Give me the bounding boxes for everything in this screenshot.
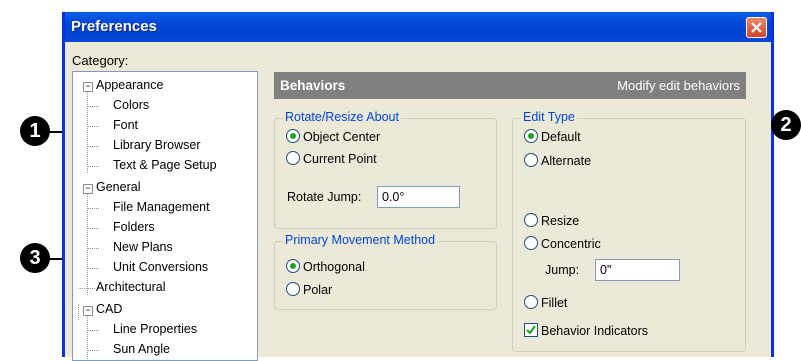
radio-button[interactable]	[524, 213, 538, 227]
callout-2: 2	[771, 110, 801, 140]
tree-connector	[78, 304, 79, 320]
radio-button[interactable]	[524, 295, 538, 309]
tree-connector	[87, 106, 99, 107]
radio-concentric[interactable]: Concentric	[524, 236, 601, 252]
checkmark-icon	[526, 325, 536, 335]
edit-type-legend: Edit Type	[521, 110, 577, 124]
panel-header: Behaviors Modify edit behaviors	[274, 72, 746, 99]
tree-node-colors[interactable]: Colors	[113, 98, 149, 112]
callout-1: 1	[20, 116, 50, 146]
tree-connector	[87, 166, 99, 167]
radio-button[interactable]	[524, 236, 538, 250]
tree-node-unit-conversions[interactable]: Unit Conversions	[113, 260, 208, 274]
tree-node-cad[interactable]: CAD	[96, 302, 122, 316]
panel-subtitle: Modify edit behaviors	[617, 78, 740, 93]
tree-connector	[87, 208, 99, 209]
panel-title: Behaviors	[280, 78, 346, 93]
tree-node-font[interactable]: Font	[113, 118, 138, 132]
tree-connector	[87, 268, 99, 269]
radio-button[interactable]	[286, 282, 300, 296]
tree-connector	[87, 248, 99, 249]
radio-default-label: Default	[541, 130, 581, 144]
radio-alternate[interactable]: Alternate	[524, 153, 591, 169]
radio-button[interactable]	[286, 151, 300, 165]
expander-general[interactable]: −	[83, 184, 93, 194]
radio-button-selected[interactable]	[286, 259, 300, 273]
rotate-resize-legend: Rotate/Resize About	[283, 110, 401, 124]
tree-node-text-page-setup[interactable]: Text & Page Setup	[113, 158, 217, 172]
tree-node-architectural[interactable]: Architectural	[96, 280, 165, 294]
radio-default[interactable]: Default	[524, 129, 581, 145]
category-label: Category:	[72, 53, 129, 68]
edit-type-group: Edit Type Default Alternate Resize Conce…	[512, 110, 746, 352]
radio-fillet[interactable]: Fillet	[524, 295, 567, 311]
tree-connector	[78, 288, 95, 289]
radio-current-point-label: Current Point	[303, 152, 377, 166]
radio-button[interactable]	[524, 153, 538, 167]
radio-orthogonal[interactable]: Orthogonal	[286, 259, 365, 275]
behavior-indicators-label: Behavior Indicators	[541, 324, 649, 338]
radio-fillet-label: Fillet	[541, 296, 568, 310]
title-bar[interactable]: Preferences	[65, 12, 771, 42]
category-tree[interactable]: − Appearance Colors Font Library Browser…	[72, 71, 258, 361]
tree-node-appearance[interactable]: Appearance	[96, 78, 163, 92]
tree-node-sun-angle[interactable]: Sun Angle	[113, 342, 170, 356]
radio-button-selected[interactable]	[524, 129, 538, 143]
tree-connector	[87, 91, 88, 173]
radio-current-point[interactable]: Current Point	[286, 151, 377, 167]
tree-connector	[87, 330, 99, 331]
close-button[interactable]	[746, 17, 767, 38]
radio-orthogonal-label: Orthogonal	[303, 260, 365, 274]
rotate-jump-label: Rotate Jump:	[287, 190, 362, 204]
tree-node-folders[interactable]: Folders	[113, 220, 155, 234]
radio-polar[interactable]: Polar	[286, 282, 332, 298]
tree-connector	[87, 228, 99, 229]
radio-button-selected[interactable]	[286, 129, 300, 143]
radio-resize[interactable]: Resize	[524, 213, 579, 229]
tree-node-general[interactable]: General	[96, 180, 140, 194]
rotate-jump-input[interactable]: 0.0°	[377, 186, 460, 208]
preferences-dialog: Preferences Category: − Appearance Color…	[62, 12, 774, 361]
radio-concentric-label: Concentric	[541, 237, 601, 251]
rotate-resize-group: Rotate/Resize About Object Center Curren…	[274, 110, 497, 229]
radio-object-center[interactable]: Object Center	[286, 129, 380, 145]
tree-node-library-browser[interactable]: Library Browser	[113, 138, 201, 152]
tree-node-line-properties[interactable]: Line Properties	[113, 322, 197, 336]
tree-connector	[87, 146, 99, 147]
tree-connector	[87, 315, 88, 360]
radio-resize-label: Resize	[541, 214, 580, 228]
window-title: Preferences	[71, 18, 157, 35]
tree-connector	[87, 126, 99, 127]
radio-polar-label: Polar	[303, 283, 333, 297]
callout-3: 3	[20, 243, 50, 273]
expander-cad[interactable]: −	[83, 306, 93, 316]
radio-object-center-label: Object Center	[303, 130, 381, 144]
concentric-jump-label: Jump:	[545, 263, 580, 277]
tree-node-file-management[interactable]: File Management	[113, 200, 210, 214]
radio-alternate-label: Alternate	[541, 154, 592, 168]
movement-method-group: Primary Movement Method Orthogonal Polar	[274, 233, 497, 310]
close-icon	[751, 22, 762, 33]
tree-connector	[87, 350, 99, 351]
checkbox-checked[interactable]	[524, 323, 538, 337]
tree-node-new-plans[interactable]: New Plans	[113, 240, 173, 254]
concentric-jump-input[interactable]: 0"	[595, 259, 680, 281]
behavior-indicators-checkbox[interactable]: Behavior Indicators	[524, 323, 648, 339]
movement-method-legend: Primary Movement Method	[283, 233, 438, 247]
expander-appearance[interactable]: −	[83, 82, 93, 92]
